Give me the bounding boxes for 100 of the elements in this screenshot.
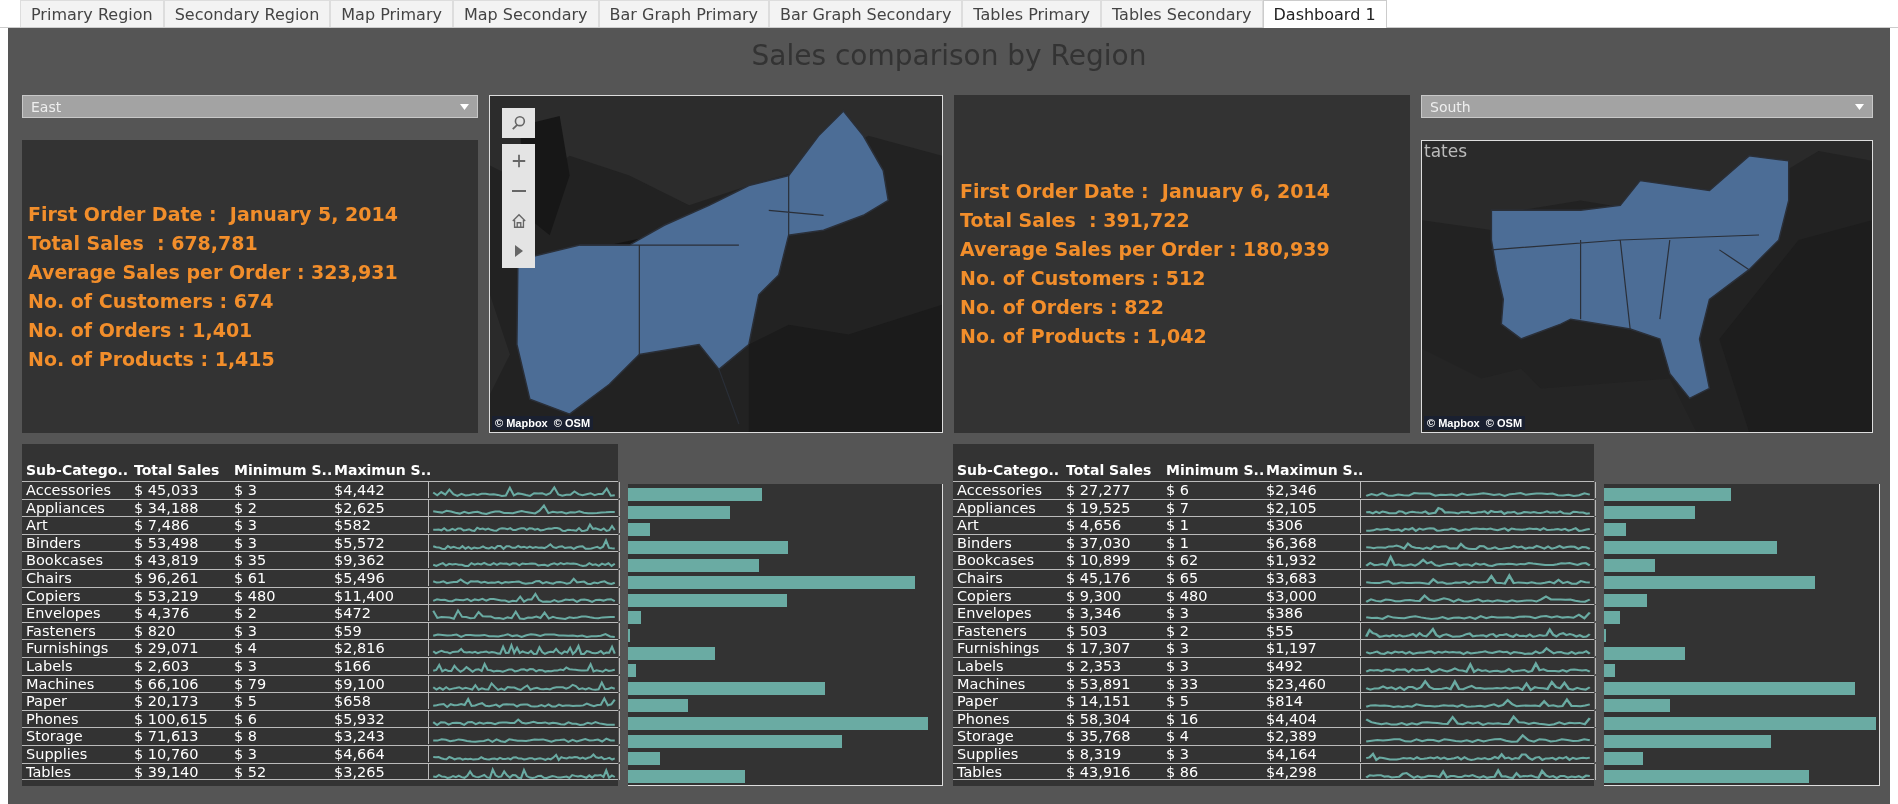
- table-cell-text: Binders: [25, 534, 82, 552]
- table-cell-text: $9,362: [333, 552, 386, 569]
- table-cell-text: $492: [1265, 657, 1304, 675]
- column-header[interactable]: Minimum S..: [230, 461, 330, 478]
- table-cell-text: $ 7: [1165, 499, 1191, 517]
- sales-bar: [1604, 664, 1615, 678]
- table-cell-text: $658: [333, 693, 372, 710]
- summary-text: Total Sales : 391,722: [960, 209, 1191, 232]
- table-cell-text: $ 53,891: [1065, 675, 1132, 693]
- table-cell-text: Storage: [956, 728, 1015, 745]
- map[interactable]: tates © Mapbox © OSM: [1421, 140, 1873, 433]
- sales-bar: [628, 752, 661, 766]
- column-header[interactable]: Total Sales: [130, 461, 230, 478]
- table-cell-text: Labels: [956, 657, 1005, 675]
- sheet-tab[interactable]: Tables Primary: [962, 0, 1101, 27]
- column-header[interactable]: Sub-Catego..: [22, 461, 130, 478]
- table-cell-text: $4,164: [1265, 745, 1318, 763]
- table-cell-text: $ 3: [1165, 640, 1191, 657]
- table-cell-text: $ 6: [1165, 482, 1191, 499]
- map[interactable]: © Mapbox © OSM: [489, 95, 943, 433]
- sales-bar: [628, 611, 642, 625]
- sales-bar: [628, 699, 689, 713]
- table-cell-text: $ 5: [233, 693, 259, 710]
- table-cell-text: $ 79: [233, 675, 268, 693]
- table-cell-text: $ 34,188: [133, 499, 200, 517]
- table-cell-text: $2,105: [1265, 499, 1318, 517]
- summary-text: First Order Date : January 6, 2014: [960, 180, 1331, 203]
- sales-bar: [628, 523, 651, 537]
- table-cell-text: Envelopes: [25, 605, 102, 622]
- sheet-tab[interactable]: Bar Graph Secondary: [769, 0, 963, 27]
- table-cell-text: $ 71,613: [133, 728, 200, 745]
- sheet-tab[interactable]: Primary Region: [20, 0, 164, 27]
- table-cell-text: $ 10,899: [1065, 552, 1132, 569]
- sheet-tab[interactable]: Tables Secondary: [1100, 0, 1263, 27]
- map-attribution: © Mapbox © OSM: [1424, 416, 1526, 430]
- table-cell-text: $4,404: [1265, 710, 1318, 728]
- summary-text: Average Sales per Order : 180,939: [960, 238, 1331, 261]
- table-cell-text: $ 10,760: [133, 745, 200, 763]
- table-cell-text: $2,389: [1265, 728, 1318, 745]
- table-cell-text: $386: [1265, 605, 1304, 622]
- sales-bar: [1604, 752, 1643, 766]
- table-cell-text: $ 2: [233, 605, 259, 622]
- table-cell-text: Furnishings: [25, 640, 110, 657]
- caret-icon: [460, 103, 469, 110]
- sales-bar: [628, 629, 631, 643]
- table-cell-text: Appliances: [956, 499, 1037, 517]
- table-cell-text: Chairs: [25, 569, 73, 587]
- table-cell-text: Accessories: [956, 482, 1043, 499]
- table-cell-text: $ 39,140: [133, 763, 200, 780]
- table-cell-text: $ 8,319: [1065, 745, 1123, 763]
- table-cell-text: $ 86: [1165, 763, 1200, 780]
- table-cell-text: $ 4: [1165, 728, 1191, 745]
- table-cell-text: Binders: [956, 534, 1013, 552]
- table-cell-text: $3,265: [333, 763, 386, 780]
- table-cell-text: $5,932: [333, 710, 386, 728]
- table-cell-text: $5,572: [333, 534, 386, 552]
- column-header[interactable]: Sub-Catego..: [953, 461, 1062, 478]
- table-cell-text: $ 61: [233, 569, 268, 587]
- column-header[interactable]: Maximun S..: [1262, 461, 1360, 478]
- sheet-tab[interactable]: Map Secondary: [452, 0, 599, 27]
- table-cell-text: $ 53,498: [133, 534, 200, 552]
- table-cell-text: Art: [956, 517, 980, 534]
- sales-bar: [1604, 593, 1648, 607]
- table-cell-text: $23,460: [1265, 675, 1327, 693]
- sheet-tab[interactable]: Dashboard 1: [1262, 0, 1387, 28]
- sheet-tab[interactable]: Bar Graph Primary: [598, 0, 769, 27]
- table-cell-text: Copiers: [25, 587, 82, 605]
- table-cell-text: Paper: [25, 693, 69, 710]
- table-cell-text: $3,243: [333, 728, 386, 745]
- column-header[interactable]: Total Sales: [1062, 461, 1162, 478]
- table-cell-text: $1,197: [1265, 640, 1318, 657]
- table-cell-text: Phones: [25, 710, 80, 728]
- table-cell-text: $3,683: [1265, 569, 1318, 587]
- table-cell-text: $ 62: [1165, 552, 1200, 569]
- table-cell-text: $ 43,916: [1065, 763, 1132, 780]
- sales-bar: [628, 664, 636, 678]
- table-cell-text: $814: [1265, 693, 1304, 710]
- table-cell-text: Bookcases: [25, 552, 104, 569]
- table-cell-text: Paper: [956, 693, 1000, 710]
- sheet-tab[interactable]: Map Primary: [330, 0, 453, 27]
- table-cell-text: Machines: [25, 675, 96, 693]
- sales-bar: [1604, 523, 1626, 537]
- column-header[interactable]: Maximun S..: [330, 461, 428, 478]
- table-cell-text: $ 45,176: [1065, 569, 1132, 587]
- table-cell-text: $ 3: [233, 745, 259, 763]
- caret-icon: [1855, 103, 1864, 110]
- table-cell-text: $ 35,768: [1065, 728, 1132, 745]
- sheet-tab[interactable]: Secondary Region: [163, 0, 331, 27]
- summary-text: No. of Orders : 1,401: [28, 318, 254, 342]
- summary-text: Total Sales : 678,781: [28, 231, 259, 255]
- play-icon: [514, 245, 523, 257]
- table-cell-text: $ 19,525: [1065, 499, 1132, 517]
- column-header[interactable]: Minimum S..: [1162, 461, 1262, 478]
- table-cell-text: $ 43,819: [133, 552, 200, 569]
- summary-text: No. of Products : 1,415: [28, 347, 276, 371]
- table-cell-text: $2,625: [333, 499, 386, 517]
- table-cell-text: $ 29,071: [133, 640, 200, 657]
- table-cell-text: $ 3: [233, 517, 259, 534]
- table-cell-text: $1,932: [1265, 552, 1318, 569]
- search-button[interactable]: [502, 108, 535, 138]
